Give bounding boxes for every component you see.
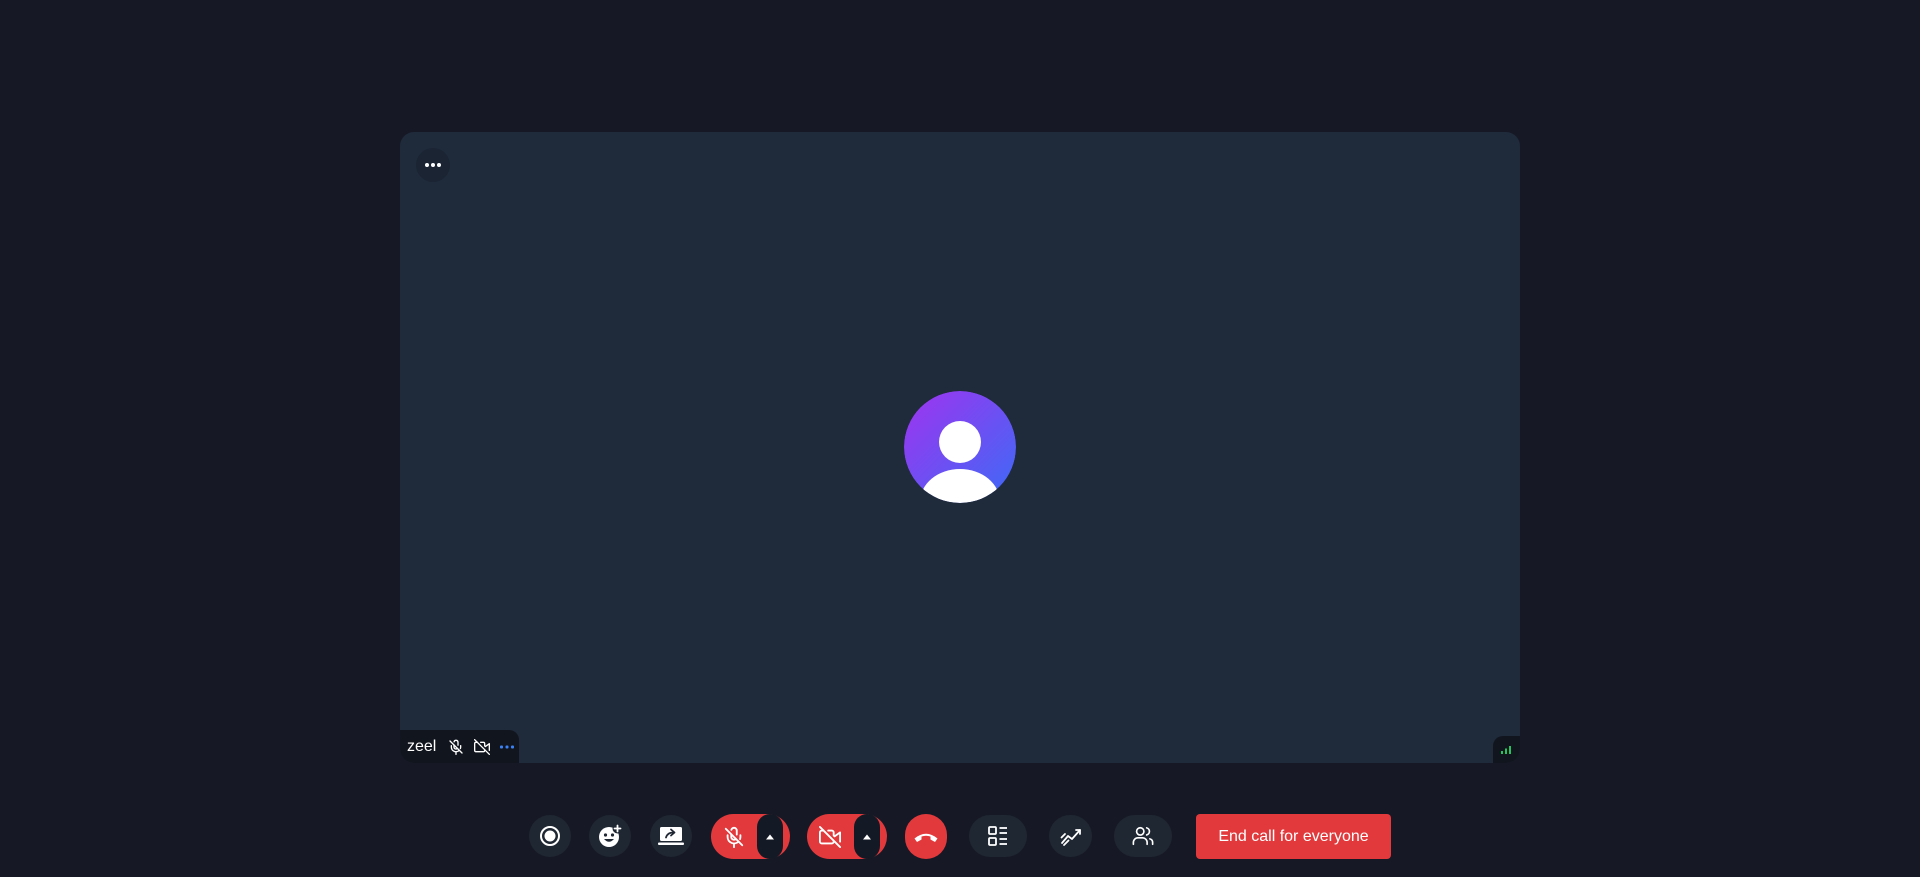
participant-tile: zeel (400, 132, 1520, 763)
emoji-add-icon (599, 823, 623, 847)
signal-strength-icon (1501, 746, 1511, 754)
mic-off-icon (724, 826, 744, 848)
participants-icon (1132, 826, 1154, 846)
phone-hangup-icon (914, 833, 938, 842)
video-off-icon (819, 825, 841, 848)
tile-options-button[interactable] (416, 148, 450, 182)
whiteboard-button[interactable] (1049, 815, 1092, 857)
share-screen-button[interactable] (650, 815, 692, 857)
whiteboard-icon (1060, 829, 1081, 846)
user-avatar-icon (904, 391, 1016, 503)
mic-off-icon (448, 739, 464, 755)
call-controls-toolbar: End call for everyone (0, 812, 1920, 860)
participant-name: zeel (407, 737, 437, 755)
more-horizontal-icon (425, 163, 441, 167)
layout-grid-icon (988, 826, 1007, 846)
more-horizontal-icon[interactable] (500, 745, 515, 749)
camera-toggle-button[interactable] (807, 814, 853, 859)
screen-share-icon (658, 827, 684, 845)
video-off-icon (474, 738, 491, 755)
record-button[interactable] (529, 815, 571, 857)
record-icon (540, 826, 560, 846)
mic-options-button[interactable] (757, 814, 783, 859)
mic-toggle-button[interactable] (711, 814, 757, 859)
leave-call-button[interactable] (905, 814, 947, 859)
camera-toggle-group (807, 814, 887, 859)
participant-avatar (904, 391, 1016, 503)
layout-button[interactable] (969, 815, 1027, 857)
network-signal[interactable] (1493, 736, 1520, 763)
participants-button[interactable] (1114, 815, 1172, 857)
end-call-for-everyone-button[interactable]: End call for everyone (1196, 814, 1391, 859)
reactions-button[interactable] (589, 815, 631, 857)
chevron-up-icon (766, 834, 774, 839)
participant-name-tag: zeel (400, 730, 519, 763)
chevron-up-icon (863, 834, 871, 839)
mic-toggle-group (711, 814, 790, 859)
camera-options-button[interactable] (854, 814, 880, 859)
